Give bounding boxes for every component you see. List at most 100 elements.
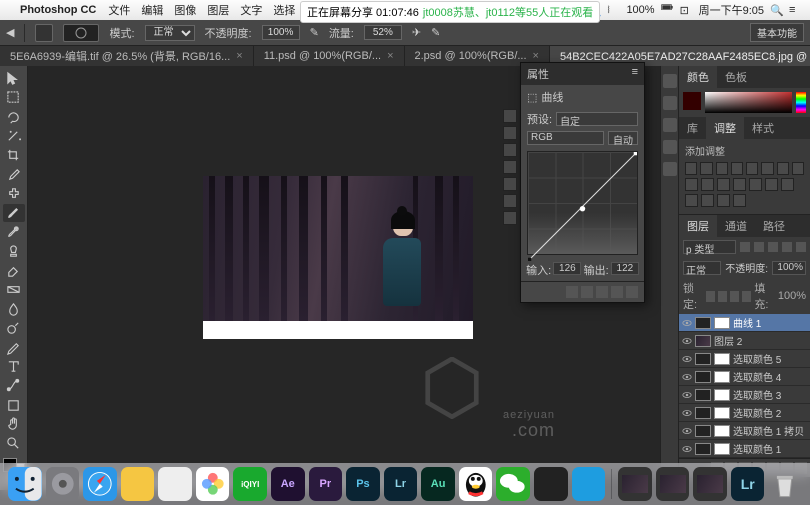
tool-hand[interactable] <box>3 416 25 433</box>
adj-threshold-icon[interactable] <box>749 178 762 191</box>
mask-thumb[interactable] <box>714 389 730 401</box>
curves-input[interactable] <box>553 262 581 275</box>
tool-shape[interactable] <box>3 396 25 413</box>
tool-brush[interactable] <box>3 204 25 221</box>
dock-lr[interactable]: Lr <box>384 467 418 501</box>
tool-zoom[interactable] <box>3 435 25 452</box>
properties-panel[interactable]: 属性≡ ⬚曲线 预设:自定 RGB自动 输入: 输出: <box>520 62 645 303</box>
layer-thumb[interactable] <box>695 335 711 347</box>
app-name[interactable]: Photoshop CC <box>20 4 96 16</box>
tool-preset-button[interactable] <box>35 24 53 42</box>
ps-home-icon[interactable]: ◀ <box>6 26 14 39</box>
tool-marquee[interactable] <box>3 89 25 106</box>
layer-row[interactable]: 选取颜色 1 拷贝 <box>679 422 810 440</box>
tool-crop[interactable] <box>3 147 25 164</box>
adj-mixer-icon[interactable] <box>685 178 698 191</box>
filter-smart-icon[interactable] <box>796 242 806 252</box>
adj-invert-icon[interactable] <box>717 178 730 191</box>
notifications-icon[interactable]: ≡ <box>789 4 802 17</box>
eye-icon[interactable] <box>682 372 692 382</box>
filter-adj-icon[interactable] <box>754 242 764 252</box>
lock-all-icon[interactable] <box>742 291 751 302</box>
close-tab-icon[interactable]: × <box>387 50 393 62</box>
workspace-switcher[interactable]: 基本功能 <box>750 23 804 42</box>
menu-选择[interactable]: 选择 <box>273 2 295 18</box>
curves-smooth-icon[interactable] <box>503 160 517 174</box>
adj-row3-3[interactable] <box>717 194 730 207</box>
delete-adj-icon[interactable] <box>626 286 638 298</box>
blend-mode-select[interactable]: 正常 <box>145 25 195 41</box>
filter-pixel-icon[interactable] <box>740 242 750 252</box>
curves-white-eyedrop-icon[interactable] <box>503 211 517 225</box>
doc-tab-0[interactable]: 5E6A6939-编辑.tif @ 26.5% (背景, RGB/16...× <box>0 46 254 66</box>
mask-thumb[interactable] <box>714 353 730 365</box>
fill-input[interactable]: 100% <box>778 290 806 302</box>
char-panel-icon[interactable] <box>663 118 677 132</box>
adj-bw-icon[interactable] <box>777 162 789 175</box>
curves-channel-select[interactable]: RGB <box>527 131 604 145</box>
dock-thumb2[interactable] <box>656 467 690 501</box>
opacity-input[interactable] <box>262 25 300 40</box>
dock-finder[interactable] <box>8 467 42 501</box>
adj-vibrance-icon[interactable] <box>746 162 758 175</box>
eye-icon[interactable] <box>682 408 692 418</box>
adj-row3-2[interactable] <box>701 194 714 207</box>
layer-filter-select[interactable]: p 类型 <box>683 240 736 254</box>
para-panel-icon[interactable] <box>663 140 677 154</box>
mask-thumb[interactable] <box>714 443 730 455</box>
menu-图层[interactable]: 图层 <box>207 2 229 18</box>
dock-reminders[interactable] <box>158 467 192 501</box>
mask-thumb[interactable] <box>714 371 730 383</box>
pressure-size-icon[interactable]: ✎ <box>431 26 440 39</box>
tool-type[interactable] <box>3 358 25 375</box>
dock-qq[interactable] <box>459 467 493 501</box>
history-panel-icon[interactable] <box>663 74 677 88</box>
lock-pixel-icon[interactable] <box>718 291 727 302</box>
dock-wechat[interactable] <box>496 467 530 501</box>
tool-stamp[interactable] <box>3 243 25 260</box>
dock-display[interactable] <box>534 467 568 501</box>
tool-path[interactable] <box>3 377 25 394</box>
adj-row3-1[interactable] <box>685 194 698 207</box>
lock-pos-icon[interactable] <box>730 291 739 302</box>
tab-adjustments[interactable]: 调整 <box>706 117 744 139</box>
adj-lookup-icon[interactable] <box>701 178 714 191</box>
eye-icon[interactable] <box>682 318 692 328</box>
tab-paths[interactable]: 路径 <box>755 215 793 237</box>
mask-thumb[interactable] <box>714 317 730 329</box>
layer-row[interactable]: 选取颜色 5 <box>679 350 810 368</box>
tab-styles[interactable]: 样式 <box>744 117 782 139</box>
tool-eyedrop[interactable] <box>3 166 25 183</box>
curves-preset-select[interactable]: 自定 <box>556 112 638 126</box>
clip-to-layer-icon[interactable] <box>566 286 578 298</box>
adj-brightness-icon[interactable] <box>685 162 697 175</box>
curves-auto-button[interactable]: 自动 <box>608 131 638 145</box>
tab-channels[interactable]: 通道 <box>717 215 755 237</box>
hue-slider[interactable] <box>796 92 806 113</box>
dock-settings[interactable] <box>46 467 80 501</box>
dock-au[interactable]: Au <box>421 467 455 501</box>
pressure-opacity-icon[interactable]: ✎ <box>310 26 319 39</box>
curves-target-icon[interactable] <box>503 109 517 123</box>
menu-文件[interactable]: 文件 <box>108 2 130 18</box>
adj-hue-icon[interactable] <box>761 162 773 175</box>
fg-color-swatch[interactable] <box>683 92 701 110</box>
actions-panel-icon[interactable] <box>663 162 677 176</box>
dock-ae[interactable]: Ae <box>271 467 305 501</box>
toggle-icon[interactable]: ⊡ <box>680 4 693 17</box>
tool-move[interactable] <box>3 70 25 87</box>
document-canvas[interactable] <box>203 176 473 339</box>
panel-menu-icon[interactable]: ≡ <box>632 66 638 82</box>
tool-gradient[interactable] <box>3 281 25 298</box>
curves-pencil-icon[interactable] <box>503 143 517 157</box>
tool-pen[interactable] <box>3 339 25 356</box>
lock-trans-icon[interactable] <box>706 291 715 302</box>
curves-output[interactable] <box>611 262 639 275</box>
tab-color[interactable]: 颜色 <box>679 66 717 88</box>
adj-row3-4[interactable] <box>733 194 746 207</box>
brushes-panel-icon[interactable] <box>663 96 677 110</box>
menu-编辑[interactable]: 编辑 <box>141 2 163 18</box>
dock-iqiyi[interactable]: iQIYI <box>233 467 267 501</box>
view-previous-icon[interactable] <box>581 286 593 298</box>
eye-icon[interactable] <box>682 354 692 364</box>
